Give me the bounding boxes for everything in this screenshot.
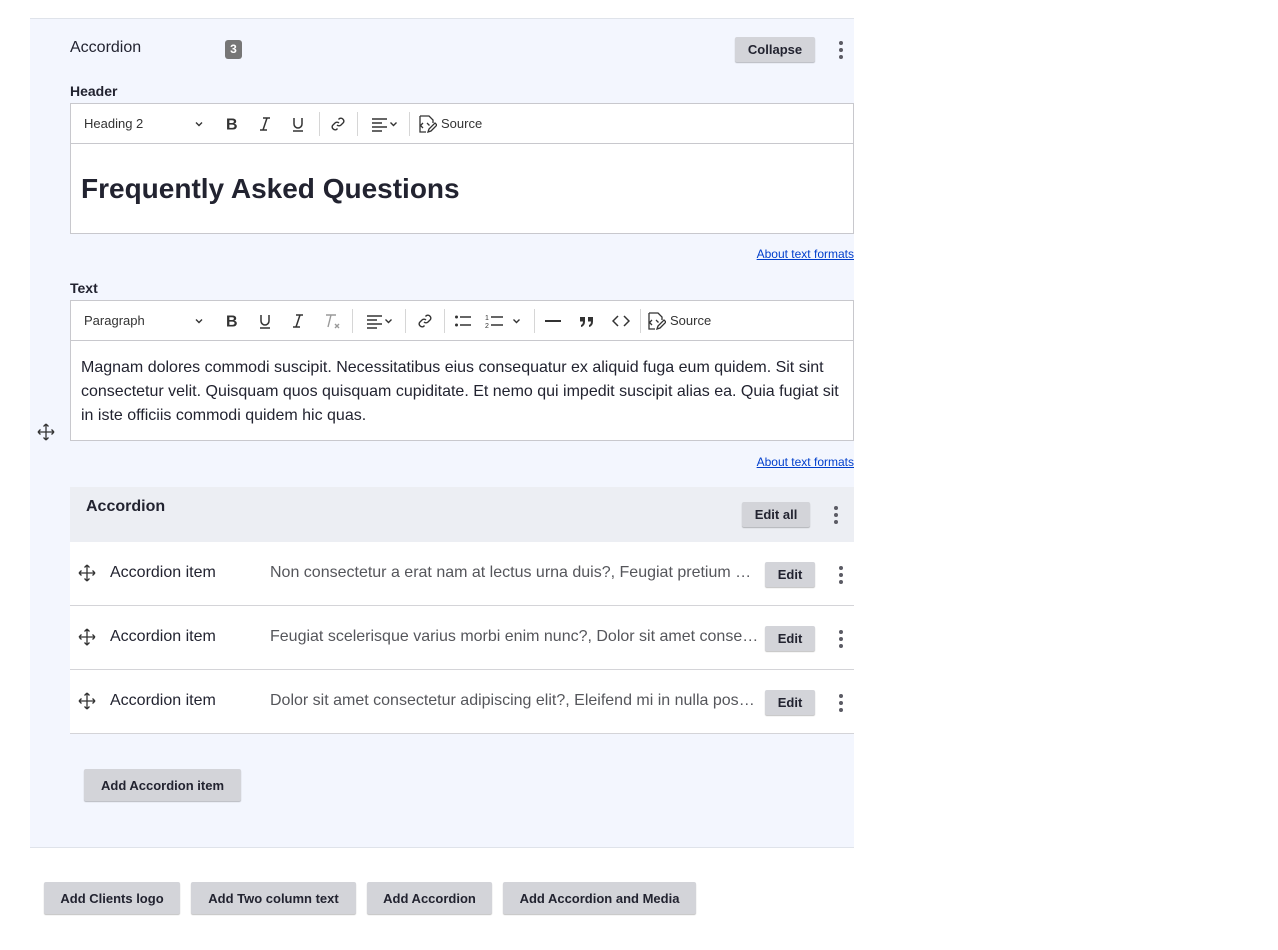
remove-format-button[interactable]: [318, 301, 346, 340]
item-actions-menu-icon[interactable]: [836, 628, 846, 648]
edit-item-button[interactable]: Edit: [765, 690, 815, 715]
heading-format-value: Heading 2: [84, 116, 144, 131]
drag-handle-icon[interactable]: [78, 628, 96, 646]
paragraph-title: Accordion: [70, 39, 142, 56]
paragraph-actions-menu-icon[interactable]: [836, 39, 846, 59]
bulleted-list-icon: [455, 315, 471, 326]
edit-item-button[interactable]: Edit: [765, 562, 815, 587]
accordion-item-summary: Dolor sit amet consectetur adipiscing el…: [270, 692, 760, 709]
link-button[interactable]: [411, 301, 439, 340]
about-text-formats-link[interactable]: About text formats: [757, 455, 854, 469]
blockquote-icon: [580, 316, 593, 327]
accordion-item-label: Accordion item: [110, 692, 216, 709]
bold-button[interactable]: B: [217, 104, 245, 143]
svg-text:B: B: [226, 116, 238, 132]
accordion-item-row: Accordion item Non consectetur a erat na…: [70, 542, 854, 606]
italic-button[interactable]: [284, 301, 312, 340]
remove-format-icon: [326, 313, 340, 328]
svg-text:B: B: [226, 313, 238, 329]
add-accordion-button[interactable]: Add Accordion: [367, 882, 492, 914]
numbered-list-icon: 12: [485, 315, 520, 329]
align-left-icon: [367, 314, 392, 329]
accordion-items-header: Accordion: [70, 487, 854, 542]
add-accordion-item-button[interactable]: Add Accordion item: [84, 769, 241, 801]
horizontal-line-button[interactable]: [539, 301, 567, 340]
header-editor-toolbar: Heading 2 B Source: [71, 104, 853, 144]
underline-icon: [260, 314, 270, 329]
drag-handle-icon[interactable]: [37, 423, 55, 441]
underline-button[interactable]: [284, 104, 312, 143]
paragraph-format-value: Paragraph: [84, 313, 145, 328]
header-field-label: Header: [70, 83, 118, 99]
drag-handle-icon[interactable]: [78, 692, 96, 710]
accordion-item-label: Accordion item: [110, 564, 216, 581]
add-accordion-and-media-button[interactable]: Add Accordion and Media: [503, 882, 696, 914]
chevron-down-icon: [195, 318, 203, 323]
link-button[interactable]: [324, 104, 352, 143]
text-align-dropdown[interactable]: [363, 104, 405, 143]
edit-item-button[interactable]: Edit: [765, 626, 815, 651]
italic-icon: [293, 313, 303, 328]
blockquote-button[interactable]: [573, 301, 601, 340]
italic-button[interactable]: [251, 104, 279, 143]
item-actions-menu-icon[interactable]: [836, 692, 846, 712]
bold-icon: B: [226, 116, 238, 132]
text-align-dropdown[interactable]: [358, 301, 400, 340]
about-text-formats-link[interactable]: About text formats: [757, 247, 854, 261]
header-content[interactable]: Frequently Asked Questions: [81, 172, 843, 206]
source-button[interactable]: Source: [646, 301, 718, 340]
accordion-item-row: Accordion item Feugiat scelerisque variu…: [70, 606, 854, 670]
svg-text:1: 1: [485, 315, 489, 322]
source-code-icon: [419, 114, 437, 133]
text-field-label: Text: [70, 280, 98, 296]
text-editor: Paragraph B 12 Source Magnam dolores com…: [70, 300, 854, 441]
code-icon: [612, 314, 630, 327]
source-button[interactable]: Source: [417, 104, 489, 143]
source-label: Source: [670, 313, 712, 328]
item-count-badge: 3: [225, 40, 242, 59]
heading-format-dropdown[interactable]: Heading 2: [79, 104, 209, 143]
underline-icon: [293, 117, 303, 132]
accordion-item-label: Accordion item: [110, 628, 216, 645]
link-icon: [418, 314, 432, 327]
accordion-item-row: Accordion item Dolor sit amet consectetu…: [70, 670, 854, 734]
edit-all-button[interactable]: Edit all: [742, 502, 810, 527]
text-content[interactable]: Magnam dolores commodi suscipit. Necessi…: [81, 356, 843, 428]
add-clients-logo-button[interactable]: Add Clients logo: [44, 882, 180, 914]
align-left-icon: [372, 117, 397, 132]
accordion-items-title: Accordion: [86, 498, 166, 515]
italic-icon: [260, 116, 270, 131]
accordion-item-summary: Non consectetur a erat nam at lectus urn…: [270, 564, 760, 581]
link-icon: [331, 117, 345, 130]
drag-handle-icon[interactable]: [78, 564, 96, 582]
bulleted-list-button[interactable]: [449, 301, 477, 340]
accordion-actions-menu-icon[interactable]: [831, 504, 841, 524]
text-editor-toolbar: Paragraph B 12 Source: [71, 301, 853, 341]
item-actions-menu-icon[interactable]: [836, 564, 846, 584]
paragraph-format-dropdown[interactable]: Paragraph: [79, 301, 209, 340]
bold-icon: B: [226, 313, 238, 329]
bold-button[interactable]: B: [217, 301, 245, 340]
horizontal-line-icon: [545, 319, 561, 322]
source-code-icon: [648, 311, 666, 330]
header-editor: Heading 2 B Source Frequently Asked Ques…: [70, 103, 854, 234]
source-label: Source: [441, 116, 483, 131]
chevron-down-icon: [195, 121, 203, 126]
add-two-column-text-button[interactable]: Add Two column text: [191, 882, 356, 914]
svg-text:2: 2: [485, 323, 489, 329]
numbered-list-dropdown[interactable]: 12: [483, 301, 525, 340]
code-button[interactable]: [607, 301, 635, 340]
accordion-item-summary: Feugiat scelerisque varius morbi enim nu…: [270, 628, 760, 645]
collapse-button[interactable]: Collapse: [735, 37, 815, 62]
underline-button[interactable]: [251, 301, 279, 340]
